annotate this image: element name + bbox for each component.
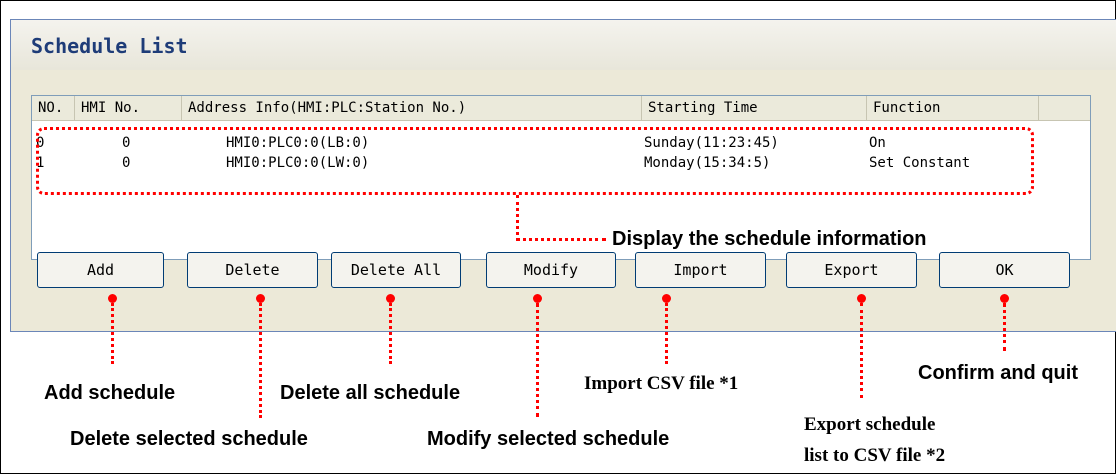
modify-callout-line [536,303,539,417]
ok-marker-dot [1000,294,1009,303]
list-header: NO. HMI No. Address Info(HMI:PLC:Station… [32,96,1090,121]
export-callout-line [860,303,863,398]
column-header-empty [1039,96,1090,120]
modify-annotation: Modify selected schedule [427,428,670,450]
delete-all-button[interactable]: Delete All [331,252,461,288]
import-button[interactable]: Import [635,252,766,288]
delete-all-annotation: Delete all schedule [280,382,461,404]
schedule-info-highlight [36,127,1034,195]
add-marker-dot [108,294,117,303]
modify-button[interactable]: Modify [486,252,616,288]
delete-annotation: Delete selected schedule [70,428,308,450]
add-button[interactable]: Add [37,252,164,288]
display-annotation: Display the schedule information [612,228,927,250]
export-annotation-line2: list to CSV file *2 [804,445,946,466]
title-bar: Schedule List [11,20,1116,70]
ok-button[interactable]: OK [939,252,1070,288]
import-callout-line [665,303,668,364]
export-button[interactable]: Export [786,252,917,288]
import-marker-dot [662,294,671,303]
column-header-no[interactable]: NO. [32,96,75,120]
modify-marker-dot [533,294,542,303]
delete-callout-line [259,303,262,418]
column-header-function[interactable]: Function [867,96,1039,120]
add-callout-line [111,303,114,364]
ok-annotation: Confirm and quit [918,362,1078,384]
column-header-starting-time[interactable]: Starting Time [642,96,867,120]
delete-all-marker-dot [386,294,395,303]
display-callout-line [516,238,606,241]
delete-all-callout-line [389,303,392,364]
delete-button[interactable]: Delete [187,252,318,288]
display-callout-line [516,195,519,241]
column-header-address[interactable]: Address Info(HMI:PLC:Station No.) [182,96,642,120]
ok-callout-line [1003,303,1006,351]
export-annotation-line1: Export schedule [804,414,936,435]
export-marker-dot [857,294,866,303]
delete-marker-dot [256,294,265,303]
add-annotation: Add schedule [44,382,176,404]
dialog-title: Schedule List [31,34,188,58]
column-header-hmi-no[interactable]: HMI No. [75,96,182,120]
import-annotation: Import CSV file *1 [584,373,739,394]
